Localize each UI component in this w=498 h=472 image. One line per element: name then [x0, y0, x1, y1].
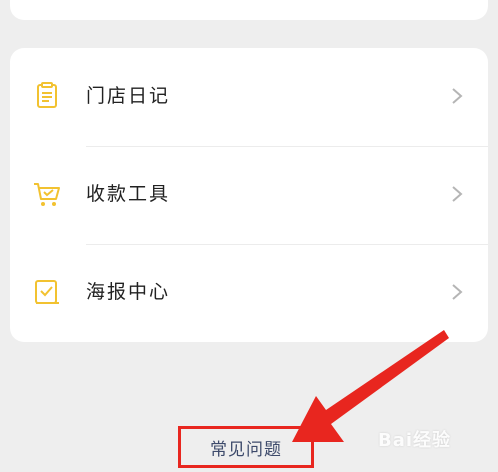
menu-item-label: 收款工具 — [86, 183, 171, 205]
poster-icon — [35, 280, 59, 304]
previous-card — [10, 0, 488, 20]
chevron-right-icon — [452, 284, 463, 300]
faq-link[interactable]: 常见问题 — [178, 426, 314, 468]
faq-label: 常见问题 — [210, 439, 282, 460]
menu-item-payment-tools[interactable]: 收款工具 — [10, 146, 488, 244]
baidu-watermark: Bai经验 — [378, 430, 452, 451]
chevron-right-icon — [452, 88, 463, 104]
menu-item-label: 门店日记 — [86, 85, 171, 107]
cart-icon — [34, 183, 60, 206]
menu-item-label: 海报中心 — [86, 281, 171, 303]
diary-icon — [37, 82, 57, 108]
menu-item-poster-center[interactable]: 海报中心 — [10, 244, 488, 342]
menu-item-store-diary[interactable]: 门店日记 — [10, 48, 488, 146]
menu-card: 门店日记 收款工具 海报中心 — [10, 48, 488, 342]
chevron-right-icon — [452, 186, 463, 202]
